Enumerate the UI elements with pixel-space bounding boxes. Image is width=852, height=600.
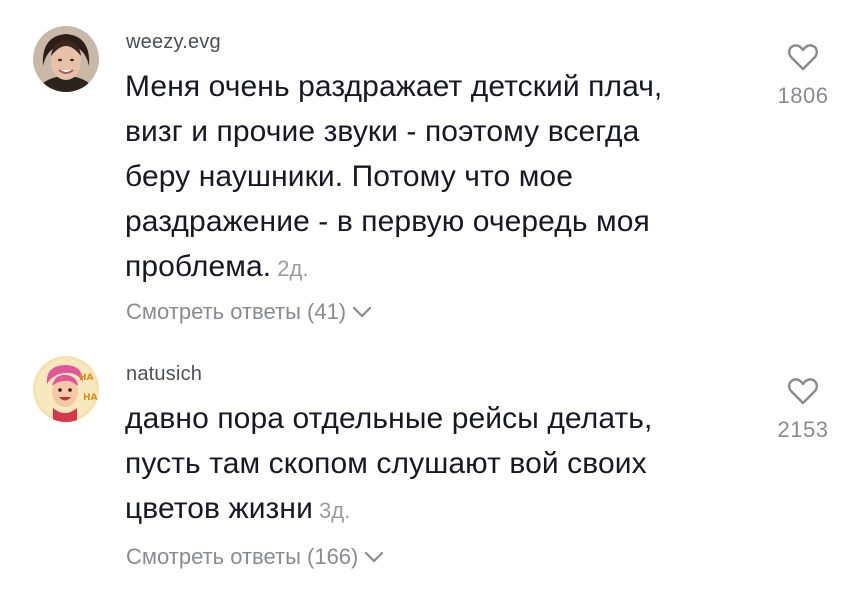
like-count: 1806 [777, 83, 829, 108]
like-button[interactable]: 2153 [763, 376, 843, 443]
svg-text:HA: HA [83, 393, 98, 403]
avatar[interactable]: HA HA [33, 356, 99, 422]
comment-text-line: беру наушники. Потому что мое [125, 160, 573, 193]
like-button[interactable]: 1806 [763, 42, 843, 109]
comment-username[interactable]: weezy.evg [126, 31, 221, 54]
like-count: 2153 [777, 417, 829, 442]
heart-outline-icon [787, 42, 819, 77]
svg-text:HA: HA [79, 373, 94, 383]
comment-text-last: цветов жизни [125, 492, 313, 525]
avatar[interactable] [33, 26, 99, 92]
comment-text-line: раздражение - в первую очередь моя [125, 205, 650, 238]
comment-text-line: давно пора отдельные рейсы делать, [125, 402, 653, 435]
chevron-down-icon [352, 306, 372, 318]
comment-text-line: Меня очень раздражает детский плач, [125, 70, 663, 103]
comment-timestamp: 3д. [318, 498, 351, 523]
comment-text-line: проблема. 2д. [125, 244, 725, 291]
view-replies-button[interactable]: Смотреть ответы (41) [126, 299, 372, 325]
comment-text: Меня очень раздражает детский плач, визг… [125, 64, 725, 291]
comment-text-last: проблема. [125, 250, 272, 283]
comment-text-line: цветов жизни 3д. [125, 486, 725, 533]
comment-text-line: визг и прочие звуки - поэтому всегда [125, 115, 640, 148]
view-replies-label: Смотреть ответы (41) [126, 299, 347, 324]
comment-text-line: пусть там скопом слушают вой своих [125, 447, 647, 480]
view-replies-label: Смотреть ответы (166) [126, 544, 359, 569]
comment-username[interactable]: natusich [126, 363, 202, 386]
chevron-down-icon [364, 551, 384, 563]
comment-text: давно пора отдельные рейсы делать, пусть… [125, 396, 725, 533]
view-replies-button[interactable]: Смотреть ответы (166) [126, 544, 384, 570]
heart-outline-icon [787, 376, 819, 411]
comment-timestamp: 2д. [277, 256, 309, 281]
